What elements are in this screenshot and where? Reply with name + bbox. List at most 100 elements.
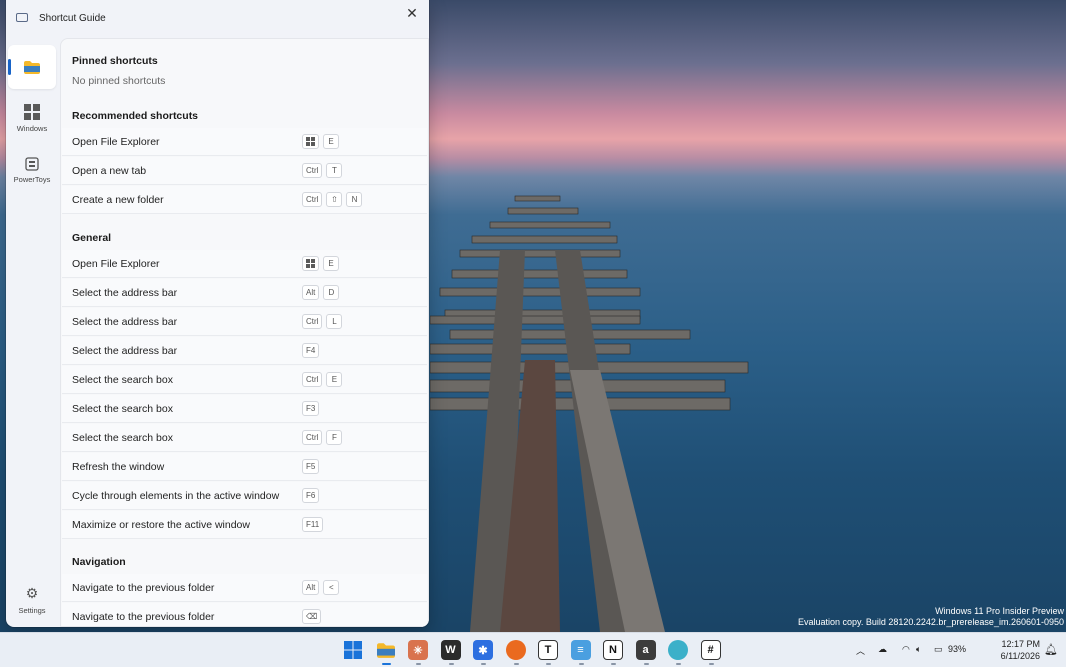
shortcut-row[interactable]: Select the search box Ctrl F bbox=[62, 424, 427, 452]
watermark-edition: Windows 11 Pro Insider Preview bbox=[935, 606, 1064, 616]
shortcuts-panel[interactable]: Pinned shortcuts No pinned shortcuts Rec… bbox=[60, 38, 429, 627]
shortcut-row[interactable]: Create a new folder Ctrl ⇧ N bbox=[62, 186, 427, 214]
shortcut-guide-window: Shortcut Guide ✕ Windows PowerToys ⚙ Set… bbox=[6, 0, 429, 627]
shortcut-row[interactable]: Select the address bar Ctrl L bbox=[62, 308, 427, 336]
shortcut-label: Navigate to the previous folder bbox=[72, 611, 215, 623]
shortcut-label: Select the search box bbox=[72, 403, 173, 415]
volume-icon[interactable]: 🔈︎ bbox=[916, 644, 921, 655]
browser-icon[interactable] bbox=[668, 640, 688, 660]
running-indicator bbox=[643, 663, 649, 665]
notion-glyph: N bbox=[609, 644, 617, 656]
active-indicator bbox=[381, 663, 391, 665]
starburst-icon[interactable]: ✳ bbox=[408, 640, 428, 660]
shortcut-row[interactable]: Maximize or restore the active window F11 bbox=[62, 511, 427, 539]
shortcut-label: Open File Explorer bbox=[72, 258, 160, 270]
key-cap: F11 bbox=[302, 517, 324, 532]
key-combination: E bbox=[302, 134, 339, 149]
w-badge-icon[interactable]: W bbox=[440, 640, 461, 660]
close-button[interactable]: ✕ bbox=[395, 0, 429, 26]
running-indicator bbox=[448, 663, 454, 665]
shortcut-row[interactable]: Cycle through elements in the active win… bbox=[62, 482, 427, 510]
shortcut-row[interactable]: Open File Explorer E bbox=[62, 128, 427, 156]
notepad-icon[interactable]: ≡ bbox=[570, 640, 591, 660]
key-cap: Ctrl bbox=[302, 163, 323, 178]
a-letter-icon[interactable]: a bbox=[635, 640, 656, 660]
folder-icon bbox=[24, 60, 40, 74]
key-cap: < bbox=[323, 580, 340, 595]
key-combination: Ctrl E bbox=[302, 372, 343, 387]
typora-glyph: T bbox=[544, 644, 552, 656]
shortcut-label: Cycle through elements in the active win… bbox=[72, 490, 280, 502]
shortcut-label: Select the address bar bbox=[72, 316, 178, 328]
bluesky-glyph: ✱ bbox=[478, 644, 488, 657]
running-indicator bbox=[481, 663, 486, 665]
running-indicator bbox=[416, 663, 421, 665]
nav-item-powertoys[interactable]: PowerToys bbox=[8, 148, 56, 192]
battery-percent: 93% bbox=[948, 644, 967, 654]
windows-key-icon bbox=[302, 134, 319, 149]
watermark-build: Evaluation copy. Build 28120.2242.br_pre… bbox=[797, 617, 1064, 627]
shortcut-row[interactable]: Select the search box F3 bbox=[62, 395, 427, 423]
evaluation-watermark: Windows 11 Pro Insider Preview Evaluatio… bbox=[798, 606, 1064, 628]
notification-bell-icon[interactable]: 🔔︎ bbox=[1044, 643, 1058, 656]
key-cap: F6 bbox=[302, 488, 320, 503]
title-bar[interactable]: Shortcut Guide ✕ bbox=[6, 0, 429, 38]
section-title-navigation: Navigation bbox=[72, 556, 126, 568]
wifi-icon[interactable]: ◠ bbox=[902, 644, 910, 655]
key-cap: Ctrl bbox=[302, 314, 323, 329]
key-cap: Ctrl bbox=[302, 192, 323, 207]
battery-icon[interactable]: ▭ bbox=[934, 644, 943, 655]
shortcut-label: Select the search box bbox=[72, 374, 173, 386]
shortcut-label: Maximize or restore the active window bbox=[72, 519, 250, 531]
shortcut-label: Open a new tab bbox=[72, 165, 147, 177]
windows-start-icon[interactable] bbox=[343, 640, 363, 660]
nav-label-windows: Windows bbox=[16, 123, 48, 133]
shortcut-label: Open File Explorer bbox=[72, 136, 160, 148]
folder-icon[interactable] bbox=[376, 640, 396, 660]
key-cap: Ctrl bbox=[302, 372, 323, 387]
running-indicator bbox=[708, 663, 714, 665]
key-cap: F5 bbox=[302, 459, 320, 474]
shortcut-label: Select the search box bbox=[72, 432, 173, 444]
key-cap: T bbox=[326, 163, 343, 178]
notepad-glyph: ≡ bbox=[577, 644, 584, 656]
key-cap: F3 bbox=[302, 401, 320, 416]
taskbar: ✳ W ✱ T ≡ Na # ︿ ☁ ◠ 🔈︎ ▭ 93% 12:17 PM 6/11/20… bbox=[0, 632, 1066, 667]
key-cap: E bbox=[323, 256, 339, 271]
section-title-recommended: Recommended shortcuts bbox=[72, 110, 199, 122]
cloud-icon[interactable]: ☁ bbox=[878, 644, 887, 655]
shortcut-row[interactable]: Navigate to the previous folder ⌫ bbox=[62, 603, 427, 626]
powertoys-icon bbox=[25, 156, 39, 171]
pinned-empty-note: No pinned shortcuts bbox=[72, 75, 166, 87]
shortcut-label: Refresh the window bbox=[72, 461, 165, 473]
shortcut-row[interactable]: Select the address bar F4 bbox=[62, 337, 427, 365]
key-combination: Ctrl T bbox=[302, 163, 343, 178]
gear-icon: ⚙ bbox=[25, 585, 39, 601]
t-letter-icon[interactable]: T bbox=[538, 640, 558, 660]
notion-icon[interactable]: N bbox=[603, 640, 623, 660]
key-combination: E bbox=[302, 256, 339, 271]
shortcut-row[interactable]: Open File Explorer E bbox=[62, 250, 427, 278]
shortcut-row[interactable]: Open a new tab Ctrl T bbox=[62, 157, 427, 185]
shortcut-row[interactable]: Refresh the window F5 bbox=[62, 453, 427, 481]
firefox-icon[interactable] bbox=[505, 640, 526, 660]
asterisk-icon[interactable]: ✱ bbox=[473, 640, 493, 660]
shortcut-row[interactable]: Select the address bar Alt D bbox=[62, 279, 427, 307]
key-cap: E bbox=[326, 372, 343, 387]
settings-button[interactable]: ⚙ Settings bbox=[8, 578, 56, 622]
shortcut-row[interactable]: Select the search box Ctrl E bbox=[62, 366, 427, 394]
running-indicator bbox=[611, 663, 616, 665]
nav-item-windows[interactable]: Windows bbox=[8, 96, 56, 140]
slack-glyph: # bbox=[707, 644, 714, 656]
running-indicator bbox=[546, 663, 551, 665]
clock[interactable]: 12:17 PM 6/11/2026 bbox=[1001, 638, 1040, 662]
windows-logo-icon bbox=[24, 103, 40, 120]
key-combination: Ctrl F bbox=[302, 430, 343, 445]
key-cap: Alt bbox=[302, 580, 320, 595]
slack-icon[interactable]: # bbox=[700, 640, 721, 660]
running-indicator bbox=[676, 663, 681, 665]
chevron-up-icon[interactable]: ︿ bbox=[856, 644, 865, 657]
section-title-pinned: Pinned shortcuts bbox=[72, 55, 158, 67]
shortcut-row[interactable]: Navigate to the previous folder Alt < bbox=[62, 574, 427, 602]
nav-item-file-explorer[interactable] bbox=[8, 45, 56, 89]
